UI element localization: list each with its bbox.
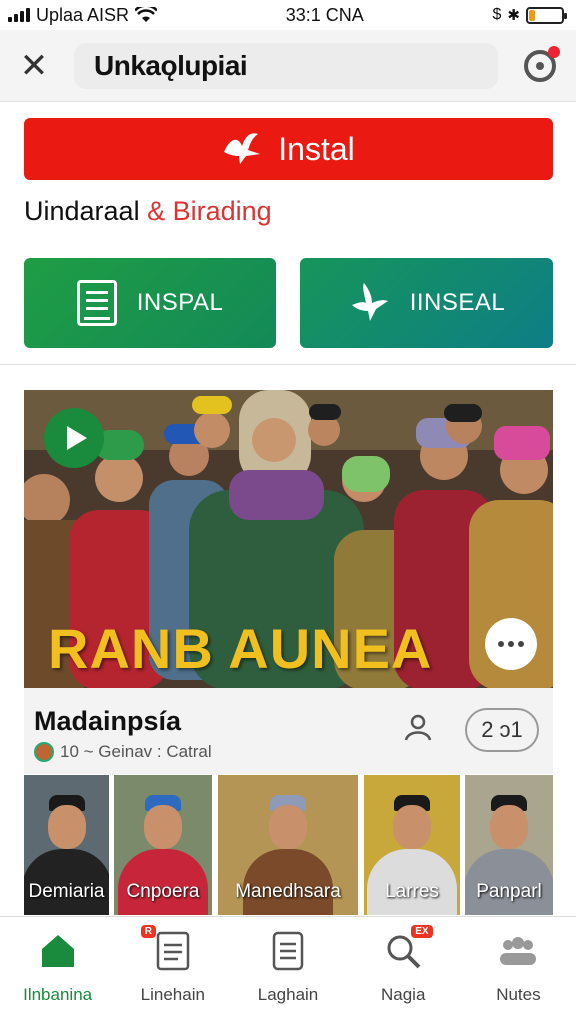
section-divider	[0, 364, 576, 365]
nav-badge: EX	[411, 925, 433, 938]
search-icon: EX	[383, 925, 433, 971]
person-icon[interactable]	[402, 712, 434, 744]
install-button[interactable]: Instal	[24, 118, 553, 180]
nav-label-nutes: Nutes	[496, 985, 541, 1004]
thumb-face	[393, 805, 431, 849]
more-icon	[498, 641, 504, 647]
thumbnail-label: Manedhsara	[235, 881, 341, 902]
meta-text: 10 ~ Geinav : Catral	[60, 742, 212, 761]
bird-icon	[351, 283, 388, 321]
close-button[interactable]: ✕	[16, 46, 52, 85]
channel-info: Madainpsía 10 ~ Geinav : Catral 2 ɔ1	[24, 688, 553, 774]
nav-item-nutes[interactable]: Nutes	[461, 917, 576, 1006]
install-label: Instal	[278, 130, 355, 167]
document-icon: R	[140, 925, 193, 971]
brand-logo: Unkaǫlupiai	[94, 49, 248, 81]
thumbnail-label: Cnpoera	[126, 881, 200, 902]
avatar	[34, 742, 54, 762]
headline-accent: & Birading	[147, 196, 272, 226]
alarm-icon: $	[492, 6, 502, 23]
thumbnail-label: Demiaria	[28, 881, 105, 902]
headline-main: Uindaraal	[24, 196, 140, 226]
more-icon-dot	[508, 641, 514, 647]
inspal-label: INSPAL	[136, 289, 224, 316]
thumb-face	[144, 805, 182, 849]
status-right: $ ✱	[492, 6, 567, 24]
nav-label-laghain: Laghain	[257, 985, 319, 1004]
thumbnail[interactable]: Manedhsara	[218, 775, 358, 915]
video-player[interactable]: RANB AUNEA	[24, 390, 553, 688]
thumb-face	[47, 805, 86, 849]
nav-item-nagia[interactable]: EX Nagia	[346, 917, 461, 1006]
nav-item-home[interactable]: Ilnbanina	[0, 917, 115, 1006]
document-icon	[76, 280, 117, 326]
nav-label-linehain: Linehain	[140, 985, 205, 1004]
nav-label-nagia: Nagia	[381, 985, 426, 1004]
thumbnail[interactable]: Demiaria	[24, 775, 109, 915]
channel-name[interactable]: Madainpsía	[34, 706, 181, 737]
home-icon	[41, 935, 74, 967]
status-time: 33:1 CNA	[285, 4, 364, 25]
nav-item-laghain[interactable]: Laghain	[230, 917, 345, 1006]
wifi-icon	[135, 7, 158, 22]
battery-level	[529, 9, 535, 21]
status-left: Uplaa AISR	[8, 4, 158, 26]
nav-label-home: Ilnbanina	[23, 985, 93, 1004]
bluetooth-icon: ✱	[507, 7, 520, 24]
bottom-nav: Ilnbanina R Linehain Laghain EX Nagia Nu…	[0, 916, 576, 1006]
close-icon: ✕	[19, 46, 49, 85]
nav-item-linehain[interactable]: R Linehain	[115, 917, 230, 1006]
nav-badge: R	[140, 925, 157, 938]
inspal-button[interactable]: INSPAL	[24, 258, 276, 348]
people-icon	[500, 937, 537, 965]
play-button[interactable]	[44, 408, 104, 468]
headline: Uindaraal & Birading	[24, 196, 272, 227]
brand-bar[interactable]: Unkaǫlupiai	[74, 42, 498, 89]
more-button[interactable]	[485, 618, 537, 670]
thumbnail[interactable]: Cnpoera	[114, 775, 212, 915]
video-title: RANB AUNEA	[48, 617, 433, 680]
gear-icon	[536, 61, 544, 70]
thumb-face	[490, 805, 528, 849]
list-icon	[272, 931, 304, 971]
thumbnail-label: Larres	[385, 881, 439, 902]
channel-meta: 10 ~ Geinav : Catral	[34, 742, 212, 762]
inseal-button[interactable]: IINSEAL	[300, 258, 553, 348]
thumbnail[interactable]: Larres	[364, 775, 460, 915]
thumbnail[interactable]: Panparl	[465, 775, 553, 915]
battery-icon	[526, 6, 567, 24]
status-bar: Uplaa AISR 33:1 CNA $ ✱	[0, 0, 576, 30]
app-header: ✕ Unkaǫlupiai	[0, 30, 576, 102]
home-indicator	[0, 1006, 576, 1024]
settings-button[interactable]	[524, 45, 560, 82]
notification-dot	[548, 45, 560, 58]
thumb-face	[269, 805, 307, 849]
more-icon-dot	[518, 641, 524, 647]
thumbnail-label: Panparl	[476, 881, 542, 902]
subscriber-count[interactable]: 2 ɔ1	[465, 708, 539, 752]
thumbnail-strip: Demiaria Cnpoera Manedhsara Larres Panpa…	[24, 775, 553, 915]
inseal-label: IINSEAL	[409, 289, 506, 316]
carrier-label: Uplaa AISR	[36, 4, 130, 25]
bird-icon	[224, 133, 261, 164]
signal-icon	[8, 8, 30, 22]
